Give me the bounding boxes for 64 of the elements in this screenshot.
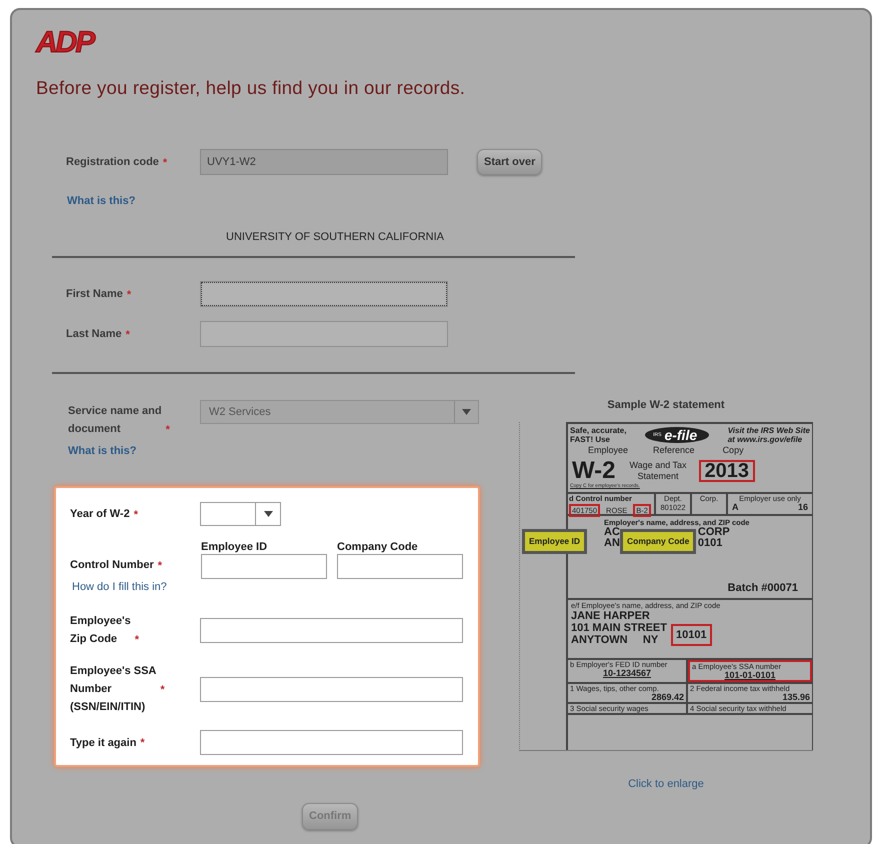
field-label: Employee's Zip Code	[70, 614, 131, 648]
field-label: Employee's SSA Number	[70, 664, 156, 698]
form-value: Batch #00071	[728, 584, 798, 594]
form-text: Visit the IRS Web Site at www.irs.gov/efile	[728, 426, 810, 444]
field-label: First Name	[66, 287, 123, 302]
field-note: (SSN/EIN/ITIN)	[70, 700, 146, 716]
form-value: A	[732, 503, 738, 512]
form-value: JANE HARPER	[571, 610, 651, 622]
required-mark: *	[160, 682, 165, 698]
form-value: 10-1234567	[602, 669, 652, 678]
form-value: 16	[798, 503, 808, 512]
form-value: CORP	[698, 527, 730, 538]
form-number: W-2	[572, 459, 616, 484]
column-label: Employee ID	[201, 540, 268, 554]
caret-icon	[462, 409, 471, 416]
required-mark: *	[134, 632, 139, 648]
help-link[interactable]: How do I fill this in?	[72, 579, 167, 596]
page-heading: Before you register, help us find you in our records.	[36, 76, 466, 100]
field-label: Registration code	[66, 155, 159, 170]
year-dropdown[interactable]	[200, 502, 281, 526]
required-mark: *	[126, 288, 132, 303]
form-year: 2013	[698, 460, 756, 482]
required-mark: *	[158, 558, 162, 574]
form-text: Employee	[588, 445, 628, 456]
caret-icon	[264, 511, 272, 518]
field-label: Service name and document	[68, 404, 162, 438]
callout-label: Employee ID	[522, 529, 588, 554]
required-mark: *	[166, 422, 170, 438]
form-text: Copy	[722, 445, 744, 456]
form-value: 0101	[698, 538, 722, 550]
required-mark: *	[134, 508, 138, 523]
text-field[interactable]	[200, 730, 463, 756]
organization-name: UNIVERSITY OF SOUTHERN CALIFORNIA	[226, 230, 445, 246]
form-text: Safe, accurate, FAST! Use	[570, 426, 626, 444]
form-value: ANYTOWN NY	[571, 634, 660, 646]
field-label: Last Name	[66, 327, 122, 342]
enlarge-link[interactable]: Click to enlarge	[519, 776, 813, 793]
form-value: 10101	[670, 624, 712, 646]
form-value: AN	[604, 538, 620, 550]
required-mark: *	[162, 156, 168, 170]
required-mark: *	[140, 736, 145, 752]
field-label: Control Number	[70, 558, 154, 574]
dropdown[interactable]: W2 Services	[200, 400, 479, 424]
field-label: Year of W-2	[70, 507, 130, 522]
text-field[interactable]	[200, 676, 463, 702]
help-link[interactable]: What is this?	[68, 443, 136, 460]
text-field[interactable]	[337, 554, 463, 580]
form-value: 101-01-0101	[724, 671, 777, 680]
column-label: Company Code	[337, 540, 419, 554]
text-field[interactable]	[201, 554, 327, 580]
form-value: 101 MAIN STREET	[571, 622, 667, 634]
text-field[interactable]	[200, 281, 448, 308]
text-field[interactable]	[200, 618, 463, 643]
form-text: Reference	[653, 445, 695, 456]
logo: ADP	[36, 28, 94, 58]
text-field[interactable]	[200, 321, 448, 348]
form-text: Wage and Tax Statement	[630, 460, 687, 482]
form-value: 2869.42	[651, 693, 684, 702]
field-label: Type it again	[70, 736, 136, 751]
required-mark: *	[126, 328, 130, 343]
sample-title: Sample W-2 statement	[606, 398, 726, 414]
callout-label: Company Code	[620, 529, 696, 554]
form-value: AC	[604, 527, 620, 538]
form-value: 135.96	[781, 693, 810, 702]
